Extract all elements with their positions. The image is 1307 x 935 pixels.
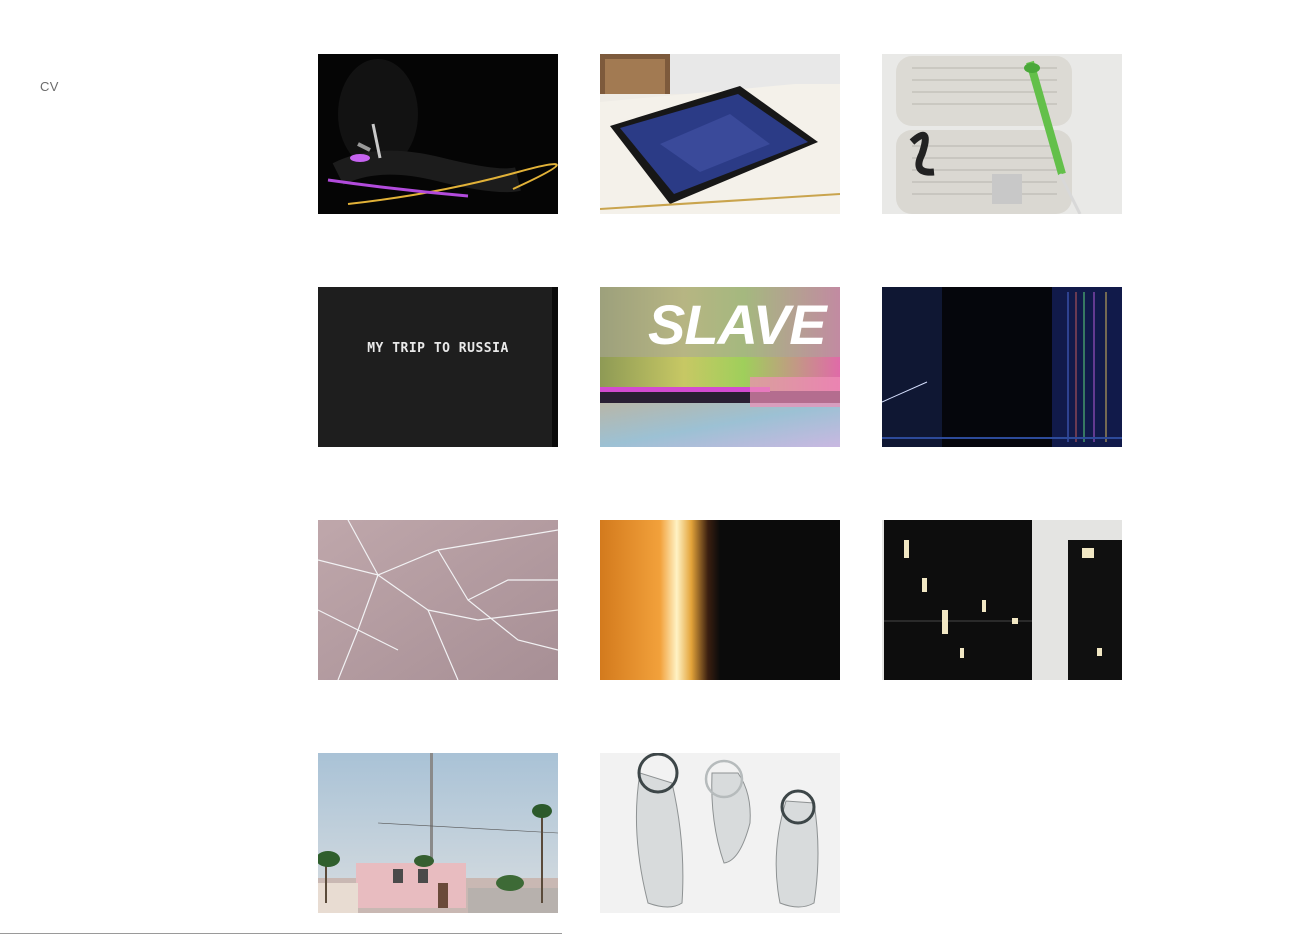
broken-screen-image [882,287,1122,447]
project-thumbnail-8[interactable] [600,520,840,680]
black-panels-image [882,520,1122,680]
spray-painted-fan-image [882,54,1122,214]
project-thumbnail-2[interactable] [600,54,840,214]
project-thumbnail-10[interactable] [318,753,558,913]
condoms-on-white-image [600,753,840,913]
glitch-caption: SLAVE [648,293,827,356]
project-thumbnail-4[interactable]: MY TRIP TO RUSSIA [318,287,558,447]
project-grid: MY TRIP TO RUSSIA SLAVE [318,54,1122,913]
dark-performance-image [318,54,558,214]
project-thumbnail-5[interactable]: SLAVE [600,287,840,447]
project-thumbnail-7[interactable] [318,520,558,680]
project-thumbnail-11[interactable] [600,753,840,913]
project-thumbnail-9[interactable] [882,520,1122,680]
project-thumbnail-6[interactable] [882,287,1122,447]
video-title-card-image [318,287,558,447]
project-thumbnail-1[interactable] [318,54,558,214]
bottom-divider [0,933,562,934]
cv-link[interactable]: CV [40,79,59,94]
light-leak-image [600,520,840,680]
street-with-palms-image [318,753,558,913]
cracked-glass-image [318,520,558,680]
project-thumbnail-3[interactable] [882,54,1122,214]
tablet-on-book-image [600,54,840,214]
